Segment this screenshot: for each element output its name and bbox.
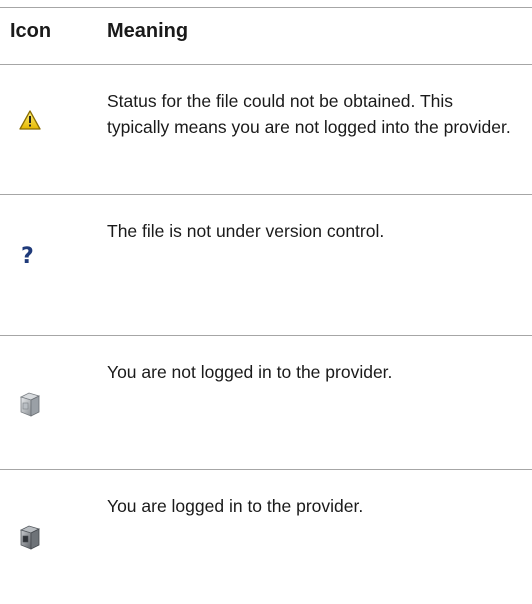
table-header: Icon Meaning (0, 16, 532, 50)
icon-meaning-table: Icon Meaning Status for the file could n… (0, 0, 532, 604)
row-meaning: You are not logged in to the provider. (107, 362, 393, 382)
column-header-icon: Icon (10, 20, 52, 42)
row-meaning: You are logged in to the provider. (107, 496, 364, 516)
table-row: Status for the file could not be obtaine… (0, 65, 532, 194)
column-header-meaning: Meaning (107, 20, 189, 42)
table-row: ? The file is not under version control. (0, 195, 532, 335)
server-logged-in-icon (18, 524, 68, 564)
row-meaning: Status for the file could not be obtaine… (107, 91, 511, 137)
server-logged-out-icon (18, 391, 68, 431)
question-mark-icon: ? (18, 241, 68, 281)
warning-triangle-icon (18, 109, 68, 149)
table-top-rule (0, 7, 532, 8)
svg-text:?: ? (21, 244, 34, 269)
table-row: You are logged in to the provider. (0, 470, 532, 604)
row-meaning: The file is not under version control. (107, 221, 385, 241)
table-row: You are not logged in to the provider. (0, 336, 532, 469)
